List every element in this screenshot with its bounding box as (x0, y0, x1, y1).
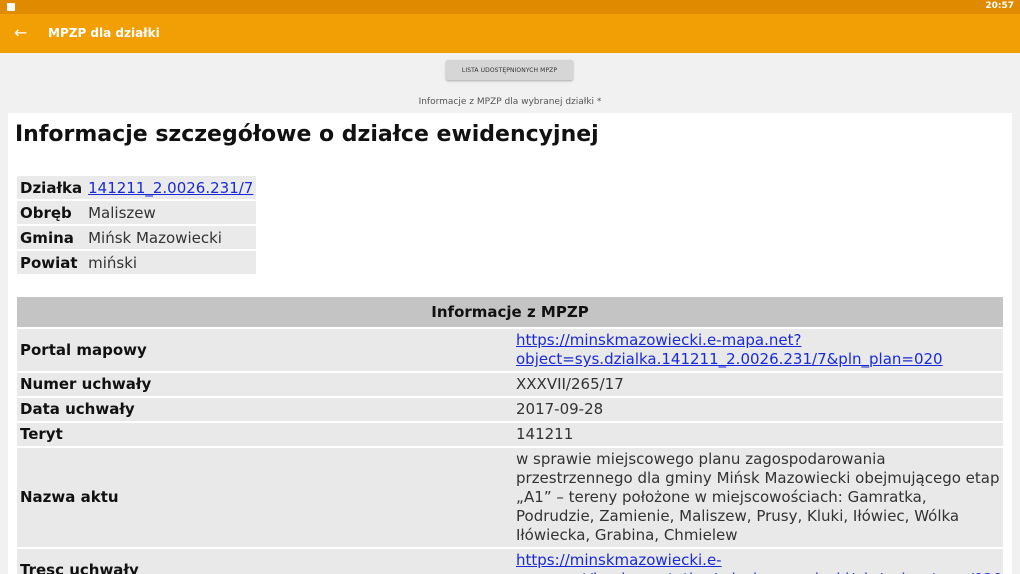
parcel-value: 141211_2.0026.231/7 (85, 176, 257, 199)
tresc-value: https://minskmazowiecki.e-mapa.net/imple… (510, 549, 1012, 574)
teryt-label: Teryt (17, 423, 510, 446)
portal-value: https://minskmazowiecki.e-mapa.net?objec… (510, 329, 1003, 371)
table-row: Data uchwały 2017-09-28 (17, 398, 1003, 421)
table-row: Działka 141211_2.0026.231/7 (17, 176, 257, 199)
numer-value: XXXVII/265/17 (510, 373, 1003, 396)
info-caption: Informacje z MPZP dla wybranej działki * (418, 97, 602, 107)
table-row: Nazwa aktu w sprawie miejscowego planu z… (17, 448, 1003, 547)
portal-link[interactable]: https://minskmazowiecki.e-mapa.net?objec… (516, 331, 943, 368)
tresc-label: Tresc uchwały (17, 549, 510, 574)
obreb-label: Obręb (17, 201, 86, 224)
status-time: 20:57 (985, 1, 1014, 11)
table-row: Numer uchwały XXXVII/265/17 (17, 373, 1003, 396)
table-row: Teryt 141211 (17, 423, 1003, 446)
obreb-value: Maliszew (85, 201, 257, 224)
data-value: 2017-09-28 (510, 398, 1003, 421)
notification-icon (7, 3, 15, 11)
gmina-label: Gmina (17, 226, 86, 249)
app-bar: ← MPZP dla działki (0, 14, 1020, 53)
parcel-table: Działka 141211_2.0026.231/7 Obręb Malisz… (17, 174, 257, 276)
portal-label: Portal mapowy (17, 329, 510, 371)
status-bar: 20:57 (0, 0, 1020, 14)
mpzp-table: Informacje z MPZP Portal mapowy https://… (17, 295, 1012, 574)
page-title: Informacje szczegółowe o działce ewidenc… (15, 122, 599, 147)
nazwa-label: Nazwa aktu (17, 448, 510, 547)
powiat-value: miński (85, 251, 257, 274)
teryt-value: 141211 (510, 423, 1003, 446)
data-label: Data uchwały (17, 398, 510, 421)
nazwa-value: w sprawie miejscowego planu zagospodarow… (510, 448, 1003, 547)
parcel-label: Działka (17, 176, 86, 199)
table-row: Portal mapowy https://minskmazowiecki.e-… (17, 329, 1003, 371)
app-bar-title: MPZP dla działki (48, 26, 160, 40)
powiat-label: Powiat (17, 251, 86, 274)
gmina-value: Mińsk Mazowiecki (85, 226, 257, 249)
table-row: Tresc uchwały https://minskmazowiecki.e-… (17, 549, 1012, 574)
table-header-row: Informacje z MPZP (17, 297, 1003, 327)
table-row: Gmina Mińsk Mazowiecki (17, 226, 257, 249)
numer-label: Numer uchwały (17, 373, 510, 396)
table-row: Powiat miński (17, 251, 257, 274)
list-mpzp-button[interactable]: LISTA UDOSTĘPNIONYCH MPZP (446, 60, 573, 80)
table-row: Obręb Maliszew (17, 201, 257, 224)
mpzp-header: Informacje z MPZP (17, 297, 1003, 327)
webview-content[interactable]: Informacje szczegółowe o działce ewidenc… (8, 113, 1012, 574)
parcel-link[interactable]: 141211_2.0026.231/7 (88, 179, 253, 197)
tresc-link[interactable]: https://minskmazowiecki.e-mapa.net/imple… (516, 551, 1012, 574)
back-arrow-icon[interactable]: ← (14, 23, 27, 43)
